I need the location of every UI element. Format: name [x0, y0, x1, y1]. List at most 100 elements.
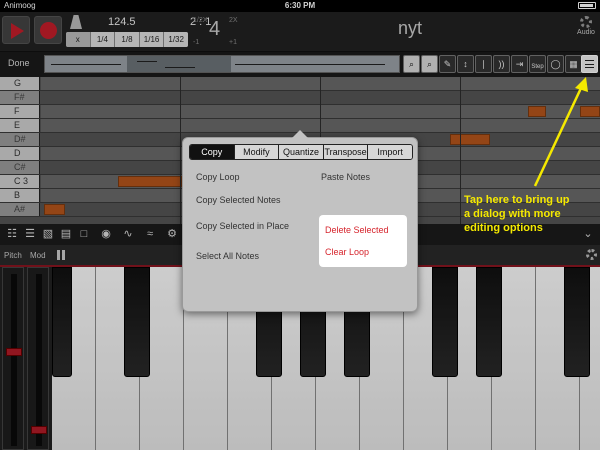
- list-icon[interactable]: ▤: [58, 226, 74, 242]
- play-icon: [11, 23, 24, 39]
- note-block[interactable]: [44, 204, 65, 215]
- gear-icon[interactable]: ⚙: [164, 226, 180, 242]
- keyboard-mode-icon[interactable]: ☷: [4, 226, 20, 242]
- key-label: F: [0, 105, 40, 118]
- zoom-minus-label[interactable]: -1: [193, 39, 199, 46]
- note-block[interactable]: [450, 134, 490, 145]
- zoom-out-button[interactable]: ⌕: [421, 55, 438, 73]
- quantize-option-1-32[interactable]: 1/32: [164, 32, 188, 47]
- zoom-out-icon: ⌕: [426, 59, 433, 69]
- delete-selected-button[interactable]: Delete Selected: [325, 225, 389, 235]
- key-label: F#: [0, 91, 40, 104]
- menu-button[interactable]: [581, 55, 598, 73]
- lock-icon: ▦: [569, 59, 578, 69]
- status-time: 6:30 PM: [284, 1, 316, 10]
- key-label: C#: [0, 161, 40, 174]
- pitch-wheel-thumb[interactable]: [6, 348, 22, 356]
- key-row: G: [0, 77, 600, 91]
- pause-icon[interactable]: [57, 250, 65, 260]
- loop-overview[interactable]: [44, 55, 400, 73]
- zoom-value: 4: [209, 18, 221, 40]
- lock-button[interactable]: ▦: [565, 55, 582, 73]
- folder-icon[interactable]: □: [76, 226, 92, 242]
- key-row: F: [0, 105, 600, 119]
- note-block[interactable]: [528, 106, 546, 117]
- quantize-option-1-4[interactable]: 1/4: [90, 32, 116, 47]
- tab-quantize[interactable]: Quantize: [279, 145, 324, 159]
- mod-wheel-thumb[interactable]: [31, 426, 47, 434]
- bar-line: [180, 77, 181, 224]
- black-key[interactable]: [52, 267, 72, 377]
- step-button[interactable]: Step: [529, 55, 546, 73]
- copy-loop-button[interactable]: Copy Loop: [196, 172, 240, 182]
- key-label: E: [0, 119, 40, 132]
- overview-note: [235, 64, 385, 65]
- tab-modify[interactable]: Modify: [234, 145, 280, 159]
- arpeggiator-icon[interactable]: ∿: [120, 226, 136, 242]
- zoom-control[interactable]: 1/2X 2X 4 -1 +1: [193, 15, 273, 49]
- tempo-value[interactable]: 124.5: [108, 16, 136, 28]
- quantize-option-1-8[interactable]: 1/8: [115, 32, 140, 47]
- quantize-option-x[interactable]: x: [66, 32, 91, 47]
- pitch-label: Pitch: [4, 251, 22, 260]
- velocity-button[interactable]: ∣: [475, 55, 492, 73]
- skip-end-button[interactable]: ⇥: [511, 55, 528, 73]
- zoom-in-button[interactable]: ⌕: [403, 55, 420, 73]
- edit-options-popover: Copy Modify Quantize Transpose Import Co…: [182, 130, 418, 312]
- sound-icon: )): [498, 59, 505, 69]
- done-button[interactable]: Done: [8, 58, 30, 68]
- key-row: F#: [0, 91, 600, 105]
- tab-transpose[interactable]: Transpose: [323, 145, 369, 159]
- metronome-icon[interactable]: [70, 15, 82, 29]
- annotation-line: editing options: [464, 222, 543, 234]
- battery-icon: [575, 1, 596, 10]
- slider-mode-icon[interactable]: ☰: [22, 226, 38, 242]
- select-all-button[interactable]: Select All Notes: [196, 251, 259, 261]
- black-key[interactable]: [432, 267, 458, 377]
- loop-button[interactable]: ◯: [547, 55, 564, 73]
- copy-selected-button[interactable]: Copy Selected Notes: [196, 195, 281, 205]
- loop-icon: ◯: [550, 59, 561, 69]
- popover-tabs: Copy Modify Quantize Transpose Import: [189, 144, 413, 160]
- keyboard-settings-gear-icon[interactable]: [586, 249, 597, 260]
- key-label: B: [0, 189, 40, 202]
- wheel-slot: [11, 274, 17, 446]
- visible-region[interactable]: [127, 56, 231, 72]
- quantize-option-1-16[interactable]: 1/16: [139, 32, 165, 47]
- paste-notes-button[interactable]: Paste Notes: [321, 172, 370, 182]
- note-block[interactable]: [580, 106, 600, 117]
- record-loop-icon[interactable]: ◉: [98, 226, 114, 242]
- play-button[interactable]: [2, 16, 30, 44]
- annotation-line: a dialog with more: [464, 208, 561, 220]
- record-icon: [40, 22, 57, 39]
- key-label: C 3: [0, 175, 40, 188]
- zoom-half-label[interactable]: 1/2X: [193, 17, 207, 24]
- step-label: Step: [531, 64, 544, 70]
- vertical-move-button[interactable]: ↕: [457, 55, 474, 73]
- record-button[interactable]: [34, 16, 62, 44]
- edit-toolbar: Done ⌕ ⌕ ✎ ↕ ∣ )) ⇥ Step ◯ ▦: [0, 52, 600, 77]
- note-block[interactable]: [118, 176, 182, 187]
- mod-label: Mod: [30, 251, 46, 260]
- quantize-selector[interactable]: x 1/4 1/8 1/16 1/32: [66, 32, 188, 47]
- overview-note: [137, 61, 157, 62]
- velocity-sound-button[interactable]: )): [493, 55, 510, 73]
- tab-copy[interactable]: Copy: [190, 145, 235, 159]
- black-key[interactable]: [564, 267, 590, 377]
- copy-in-place-button[interactable]: Copy Selected in Place: [196, 221, 289, 231]
- zoom-plus-label[interactable]: +1: [229, 39, 237, 46]
- tab-import[interactable]: Import: [368, 145, 412, 159]
- black-key[interactable]: [124, 267, 150, 377]
- audio-settings-button[interactable]: Audio: [576, 16, 596, 36]
- black-key[interactable]: [476, 267, 502, 377]
- annotation-line: Tap here to bring up: [464, 194, 570, 206]
- bars-mode-icon[interactable]: ▧: [40, 226, 56, 242]
- transport-toolbar: 124.5 2 : 1 x 1/4 1/8 1/16 1/32 1/2X 2X …: [0, 12, 600, 52]
- clear-loop-button[interactable]: Clear Loop: [325, 247, 369, 257]
- wave-icon[interactable]: ≈: [142, 226, 158, 242]
- pitch-wheel[interactable]: [2, 267, 24, 450]
- zoom-double-label[interactable]: 2X: [229, 17, 238, 24]
- mod-wheel[interactable]: [27, 267, 49, 450]
- pencil-tool-button[interactable]: ✎: [439, 55, 456, 73]
- overview-note: [51, 64, 121, 65]
